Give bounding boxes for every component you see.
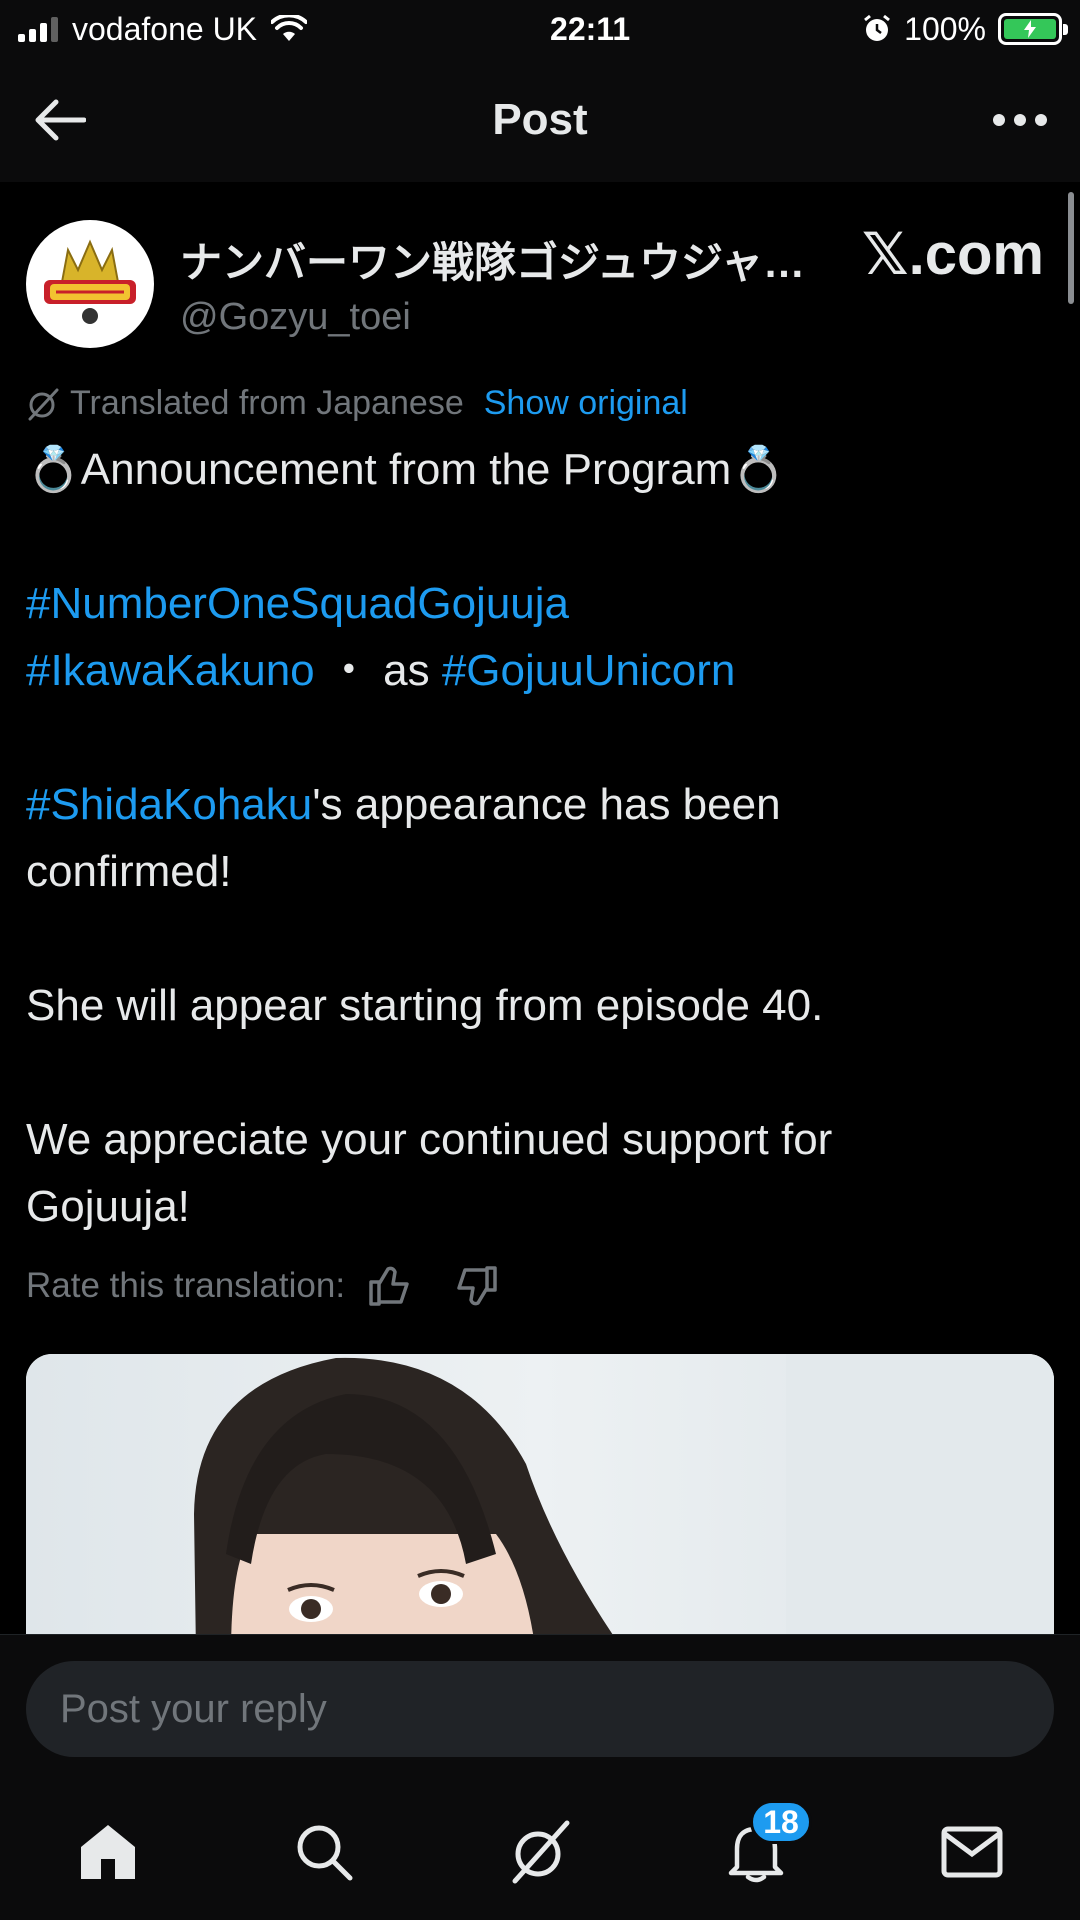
- translated-label: Translated from Japanese: [70, 384, 464, 422]
- search-icon: [297, 1825, 353, 1881]
- clock: 22:11: [550, 10, 631, 47]
- rate-translation: Rate this translation:: [26, 1264, 499, 1308]
- signal-icon: [18, 16, 58, 42]
- grok-icon: [512, 1820, 570, 1884]
- post-line: 💍Announcement from the Program💍: [26, 445, 787, 494]
- carrier-label: vodafone UK: [72, 10, 258, 47]
- more-options-button[interactable]: [990, 90, 1050, 150]
- hashtag-link[interactable]: #IkawaKakuno: [26, 646, 315, 695]
- reply-bar: [0, 1634, 1080, 1778]
- hashtag-link[interactable]: #GojuuUnicorn: [442, 646, 736, 695]
- post-image[interactable]: [26, 1354, 1054, 1634]
- notification-badge: 18: [750, 1800, 812, 1844]
- status-bar: vodafone UK 22:11 100%: [0, 0, 1080, 58]
- translation-notice: Translated from Japanese Show original: [26, 384, 688, 423]
- post-text-fragment: 's appearance has been: [312, 780, 781, 829]
- page-title: Post: [492, 95, 588, 144]
- author-name[interactable]: ナンバーワン戦隊ゴジュウジャ…: [180, 229, 820, 290]
- thumbs-up-icon[interactable]: [367, 1264, 413, 1308]
- post-line: She will appear starting from episode 40…: [26, 981, 824, 1030]
- reply-input[interactable]: [26, 1661, 1054, 1757]
- battery-icon: [998, 13, 1068, 45]
- more-horizontal-icon: [993, 114, 1047, 126]
- rate-label: Rate this translation:: [26, 1266, 346, 1305]
- bottom-nav: 18: [0, 1778, 1080, 1920]
- home-icon: [81, 1825, 135, 1879]
- hashtag-link[interactable]: #ShidaKohaku: [26, 780, 312, 829]
- back-button[interactable]: [30, 90, 90, 150]
- author-handle[interactable]: @Gozyu_toei: [180, 296, 1056, 339]
- post-line: confirmed!: [26, 847, 232, 896]
- nav-grok[interactable]: [500, 1812, 580, 1892]
- post-photo-illustration: [26, 1354, 1054, 1634]
- post-detail[interactable]: ナンバーワン戦隊ゴジュウジャ… @Gozyu_toei 𝕏.com Transl…: [0, 182, 1080, 1634]
- post-line: We appreciate your continued support for: [26, 1115, 833, 1164]
- mail-icon: [941, 1826, 1003, 1878]
- nav-home[interactable]: [68, 1812, 148, 1892]
- alarm-icon: [864, 14, 891, 41]
- scrollbar[interactable]: [1068, 192, 1074, 304]
- show-original-link[interactable]: Show original: [484, 384, 688, 423]
- top-bar: Post: [0, 58, 1080, 182]
- sentai-logo-icon: [34, 228, 146, 340]
- source-label: 𝕏.com: [861, 222, 1044, 287]
- wifi-icon: [271, 15, 308, 41]
- avatar[interactable]: [26, 220, 154, 348]
- post-line: Gojuuja!: [26, 1182, 190, 1231]
- arrow-left-icon: [35, 99, 86, 141]
- nav-notifications[interactable]: 18: [716, 1800, 812, 1892]
- post-text: 💍Announcement from the Program💍 #NumberO…: [26, 436, 1046, 1240]
- author-row[interactable]: ナンバーワン戦隊ゴジュウジャ… @Gozyu_toei 𝕏.com: [26, 220, 1056, 348]
- nav-messages[interactable]: [932, 1812, 1012, 1892]
- post-text-fragment: ・ as: [326, 646, 442, 695]
- nav-search[interactable]: [284, 1812, 364, 1892]
- grok-icon: [28, 388, 59, 420]
- thumbs-down-icon[interactable]: [453, 1264, 499, 1308]
- battery-percent: 100%: [904, 10, 986, 47]
- hashtag-link[interactable]: #NumberOneSquadGojuuja: [26, 579, 569, 628]
